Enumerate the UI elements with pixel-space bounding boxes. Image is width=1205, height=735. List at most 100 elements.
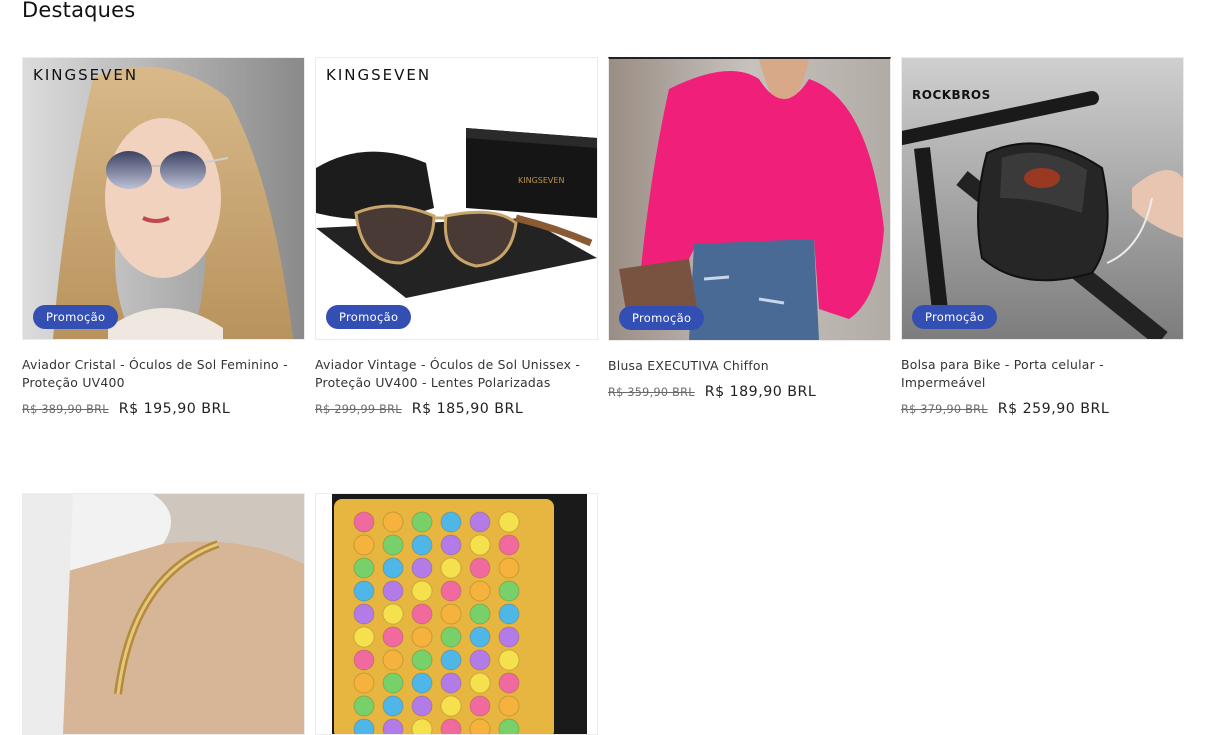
pop-bubble (382, 718, 404, 734)
product-photo (23, 494, 304, 734)
product-image-sunglasses-woman[interactable]: KINGSEVEN Promoção (22, 57, 305, 340)
product-card[interactable]: ROCKBROS Promoção Bolsa para Bike - Port… (901, 57, 1184, 417)
regular-price: R$ 359,90 BRL (608, 386, 695, 399)
price-row: R$ 379,90 BRL R$ 259,90 BRL (901, 401, 1184, 417)
pop-bubble (440, 718, 462, 734)
pop-bubble (382, 672, 404, 694)
pop-bubble (469, 511, 491, 533)
product-photo (332, 494, 587, 734)
pop-bubble (382, 695, 404, 717)
pop-bubble (353, 534, 375, 556)
pop-bubble (469, 649, 491, 671)
pop-bubble (382, 603, 404, 625)
product-title[interactable]: Blusa EXECUTIVA Chiffon (608, 357, 891, 375)
pop-bubble (440, 511, 462, 533)
product-card[interactable] (315, 493, 598, 735)
pop-bubble (353, 649, 375, 671)
product-title[interactable]: Bolsa para Bike - Porta celular - Imperm… (901, 356, 1184, 392)
product-card[interactable]: KINGSEVEN KINGSEVEN Promoção Aviador Vin… (315, 57, 598, 417)
pop-bubble (440, 557, 462, 579)
regular-price: R$ 389,90 BRL (22, 403, 109, 416)
pop-bubble (353, 557, 375, 579)
regular-price: R$ 379,90 BRL (901, 403, 988, 416)
sale-badge: Promoção (619, 306, 705, 330)
sale-badge: Promoção (33, 305, 119, 329)
pop-bubble (353, 672, 375, 694)
pop-bubble (469, 603, 491, 625)
pop-bubble (498, 511, 520, 533)
svg-text:KINGSEVEN: KINGSEVEN (518, 176, 564, 185)
pop-bubble (469, 580, 491, 602)
brand-logo: ROCKBROS (912, 88, 991, 102)
pop-bubble (382, 534, 404, 556)
pop-bubble (498, 603, 520, 625)
pop-bubble (411, 511, 433, 533)
product-card[interactable]: KINGSEVEN Promoção Aviador Cristal - Ócu… (22, 57, 305, 417)
product-card[interactable] (22, 493, 305, 735)
product-image-pop-it-notebook[interactable] (315, 493, 598, 735)
product-photo: KINGSEVEN (316, 58, 597, 339)
pop-bubble (498, 557, 520, 579)
sale-price: R$ 189,90 BRL (704, 384, 817, 400)
pop-bubble (440, 649, 462, 671)
regular-price: R$ 299,99 BRL (315, 403, 402, 416)
brand-logo: KINGSEVEN (326, 66, 432, 84)
pop-bubble (498, 718, 520, 734)
pop-bubble (382, 580, 404, 602)
pop-bubble (353, 718, 375, 734)
price-row: R$ 359,90 BRL R$ 189,90 BRL (608, 384, 891, 400)
pop-bubble (411, 580, 433, 602)
pop-bubble (498, 672, 520, 694)
pop-bubble (382, 649, 404, 671)
pop-bubble (353, 580, 375, 602)
pop-bubble (382, 557, 404, 579)
product-image-bike-bag[interactable]: ROCKBROS Promoção (901, 57, 1184, 340)
pop-bubble (469, 672, 491, 694)
pop-bubble (440, 695, 462, 717)
sale-price: R$ 259,90 BRL (997, 401, 1110, 417)
brand-logo: KINGSEVEN (33, 66, 139, 84)
pop-bubble (498, 649, 520, 671)
price-row: R$ 299,99 BRL R$ 185,90 BRL (315, 401, 598, 417)
pop-bubble (498, 580, 520, 602)
pop-bubble (469, 718, 491, 734)
product-image-pink-blouse[interactable]: Promoção (608, 57, 891, 341)
pop-bubble (440, 603, 462, 625)
pop-bubble (411, 695, 433, 717)
product-image-sunglasses-box[interactable]: KINGSEVEN KINGSEVEN Promoção (315, 57, 598, 340)
pop-bubble (411, 672, 433, 694)
pop-bubble (469, 695, 491, 717)
pop-bubble (440, 672, 462, 694)
sale-badge: Promoção (912, 305, 998, 329)
pop-bubble (498, 534, 520, 556)
sale-price: R$ 195,90 BRL (118, 401, 231, 417)
sale-price: R$ 185,90 BRL (411, 401, 524, 417)
pop-bubble (469, 557, 491, 579)
pop-bubble (469, 626, 491, 648)
pop-bubble (411, 534, 433, 556)
pop-bubble (498, 626, 520, 648)
product-photo (23, 58, 304, 339)
pop-bubble (411, 557, 433, 579)
pop-bubble (382, 511, 404, 533)
pop-bubble (353, 695, 375, 717)
pop-bubble (353, 511, 375, 533)
pop-bubble (382, 626, 404, 648)
product-card[interactable]: Promoção Blusa EXECUTIVA Chiffon R$ 359,… (608, 57, 891, 400)
pop-bubble (440, 626, 462, 648)
section-title: Destaques (22, 0, 136, 22)
product-image-bracelet[interactable] (22, 493, 305, 735)
product-title[interactable]: Aviador Vintage - Óculos de Sol Unissex … (315, 356, 598, 392)
product-title[interactable]: Aviador Cristal - Óculos de Sol Feminino… (22, 356, 305, 392)
product-photo (609, 59, 890, 340)
pop-bubble (440, 580, 462, 602)
sale-badge: Promoção (326, 305, 412, 329)
price-row: R$ 389,90 BRL R$ 195,90 BRL (22, 401, 305, 417)
pop-bubble (411, 603, 433, 625)
pop-bubble (469, 534, 491, 556)
pop-bubble (440, 534, 462, 556)
pop-bubble (353, 626, 375, 648)
pop-bubble (411, 718, 433, 734)
pop-bubble (411, 649, 433, 671)
pop-bubble (353, 603, 375, 625)
